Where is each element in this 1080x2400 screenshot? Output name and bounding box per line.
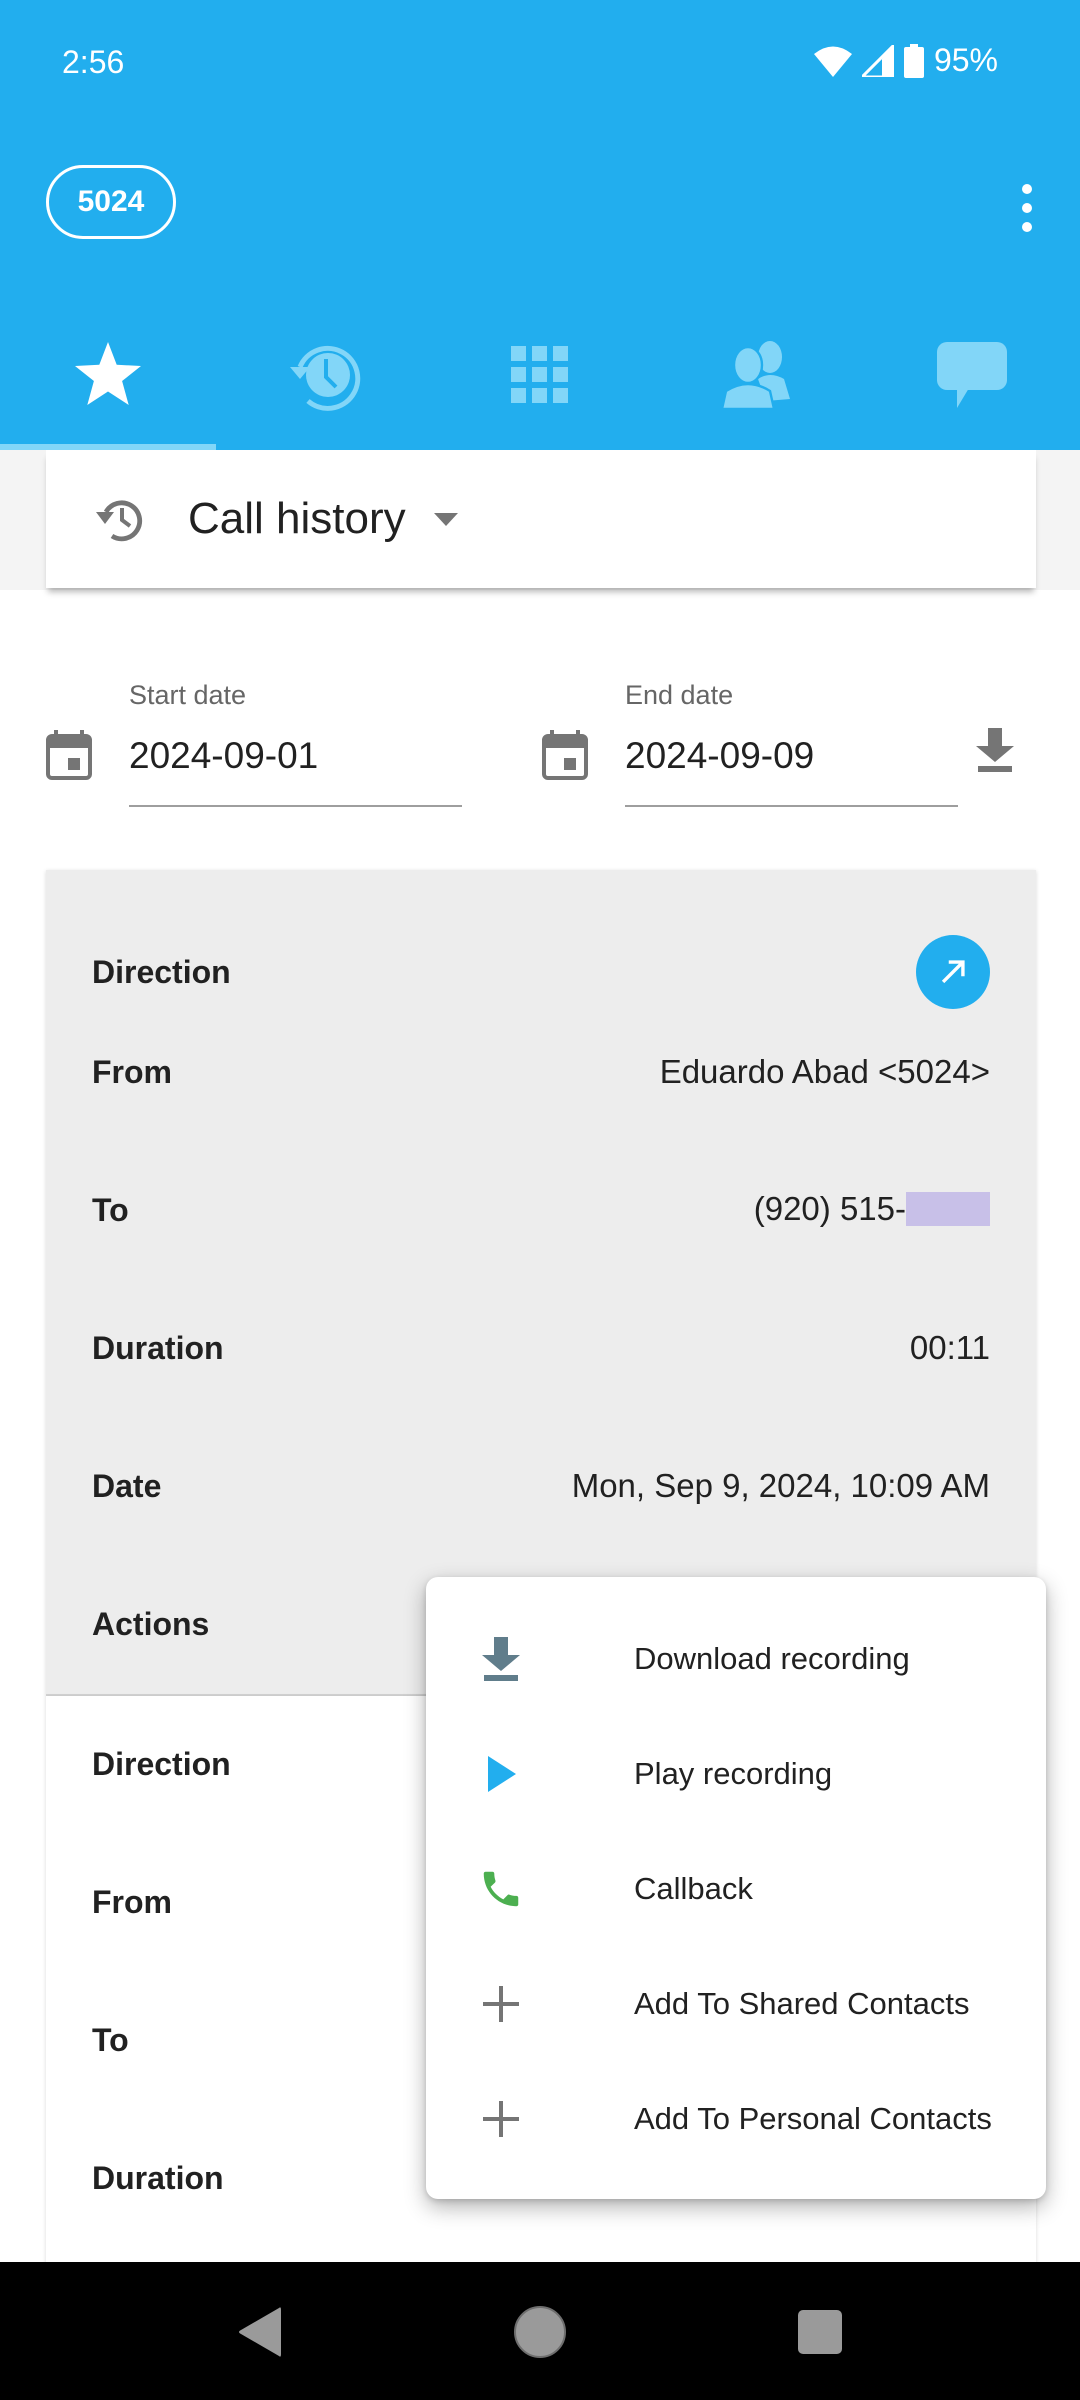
star-icon bbox=[75, 342, 141, 405]
from-value: Eduardo Abad <5024> bbox=[659, 1053, 990, 1090]
menu-label: Download recording bbox=[634, 1640, 910, 1676]
calendar-icon bbox=[46, 730, 92, 780]
redacted-digits bbox=[906, 1192, 990, 1227]
duration-label: Duration bbox=[92, 2159, 224, 2196]
menu-item-download-recording[interactable]: Download recording bbox=[426, 1601, 1046, 1716]
section-selector[interactable]: Call history bbox=[46, 450, 1036, 588]
end-date-underline bbox=[625, 805, 958, 807]
history-clock-icon bbox=[290, 345, 361, 411]
start-date-value[interactable]: 2024-09-01 bbox=[129, 735, 318, 777]
end-date-label: End date bbox=[625, 680, 734, 710]
direction-label: Direction bbox=[92, 953, 231, 990]
phone-icon bbox=[476, 1864, 526, 1914]
menu-label: Callback bbox=[634, 1870, 753, 1906]
menu-label: Add To Personal Contacts bbox=[634, 2100, 992, 2136]
menu-item-add-shared-contacts[interactable]: Add To Shared Contacts bbox=[426, 1946, 1046, 2061]
system-nav-bar bbox=[0, 2262, 1080, 2400]
status-icons: 95% bbox=[813, 42, 998, 79]
status-bar: 2:56 95% bbox=[0, 0, 1080, 130]
call-made-icon bbox=[916, 935, 990, 1009]
date-label: Date bbox=[92, 1467, 162, 1504]
menu-item-play-recording[interactable]: Play recording bbox=[426, 1716, 1046, 1831]
start-date-underline bbox=[129, 805, 462, 807]
tab-contacts[interactable] bbox=[648, 300, 864, 450]
date-value: Mon, Sep 9, 2024, 10:09 AM bbox=[571, 1467, 990, 1504]
menu-item-add-personal-contacts[interactable]: Add To Personal Contacts bbox=[426, 2061, 1046, 2176]
tab-dialpad[interactable] bbox=[432, 300, 648, 450]
end-date-value[interactable]: 2024-09-09 bbox=[625, 735, 814, 777]
menu-label: Add To Shared Contacts bbox=[634, 1985, 970, 2021]
row-to: To (920) 515- bbox=[92, 1180, 990, 1240]
extension-badge[interactable]: 5024 bbox=[46, 165, 176, 239]
row-date: Date Mon, Sep 9, 2024, 10:09 AM bbox=[92, 1456, 990, 1516]
plus-icon bbox=[476, 1979, 526, 2029]
caret-down-icon bbox=[433, 512, 458, 526]
start-date-field[interactable]: Start date 2024-09-01 bbox=[0, 680, 480, 820]
call-record-card[interactable]: Direction From Eduardo Abad <5024> To (9… bbox=[46, 870, 1036, 1696]
plus-icon bbox=[476, 2094, 526, 2144]
duration-value: 00:11 bbox=[909, 1329, 990, 1366]
home-icon[interactable] bbox=[510, 2302, 570, 2362]
to-value: (920) 515- bbox=[754, 1190, 990, 1230]
actions-label: Actions bbox=[92, 1605, 210, 1642]
calendar-icon bbox=[542, 730, 588, 780]
from-label: From bbox=[92, 1053, 172, 1090]
download-icon[interactable] bbox=[976, 728, 1014, 772]
tab-favorites[interactable] bbox=[0, 300, 216, 450]
chat-bubble-icon bbox=[937, 342, 1007, 408]
play-icon bbox=[476, 1749, 526, 1799]
from-label: From bbox=[92, 1883, 172, 1920]
dialpad-icon bbox=[511, 346, 568, 403]
section-title: Call history bbox=[188, 494, 406, 543]
duration-label: Duration bbox=[92, 1329, 224, 1366]
row-direction: Direction bbox=[92, 935, 990, 1009]
download-icon bbox=[476, 1634, 526, 1684]
direction-label: Direction bbox=[92, 1745, 231, 1782]
more-vert-icon[interactable] bbox=[1002, 178, 1052, 238]
contacts-icon bbox=[720, 341, 790, 411]
app-header: 2:56 95% 5024 bbox=[0, 0, 1080, 450]
row-from: From Eduardo Abad <5024> bbox=[92, 1042, 990, 1102]
to-number: (920) 515- bbox=[753, 1189, 906, 1227]
menu-label: Play recording bbox=[634, 1755, 833, 1791]
recents-icon[interactable] bbox=[790, 2302, 850, 2362]
tab-messages[interactable] bbox=[864, 300, 1080, 450]
main-tabs bbox=[0, 300, 1080, 450]
actions-menu: Download recording Play recording Callba… bbox=[426, 1577, 1046, 2199]
history-icon bbox=[96, 500, 143, 542]
to-label: To bbox=[92, 2021, 129, 2058]
to-label: To bbox=[92, 1191, 129, 1228]
menu-item-callback[interactable]: Callback bbox=[426, 1831, 1046, 1946]
battery-icon bbox=[903, 43, 924, 78]
row-duration: Duration 00:11 bbox=[92, 1318, 990, 1378]
status-time: 2:56 bbox=[62, 44, 125, 80]
battery-percent: 95% bbox=[933, 42, 998, 78]
tab-history[interactable] bbox=[216, 300, 432, 450]
end-date-field[interactable]: End date 2024-09-09 bbox=[530, 680, 980, 820]
cell-signal-icon bbox=[861, 44, 894, 77]
wifi-icon bbox=[813, 46, 852, 77]
start-date-label: Start date bbox=[129, 680, 247, 710]
back-icon[interactable] bbox=[230, 2302, 290, 2362]
